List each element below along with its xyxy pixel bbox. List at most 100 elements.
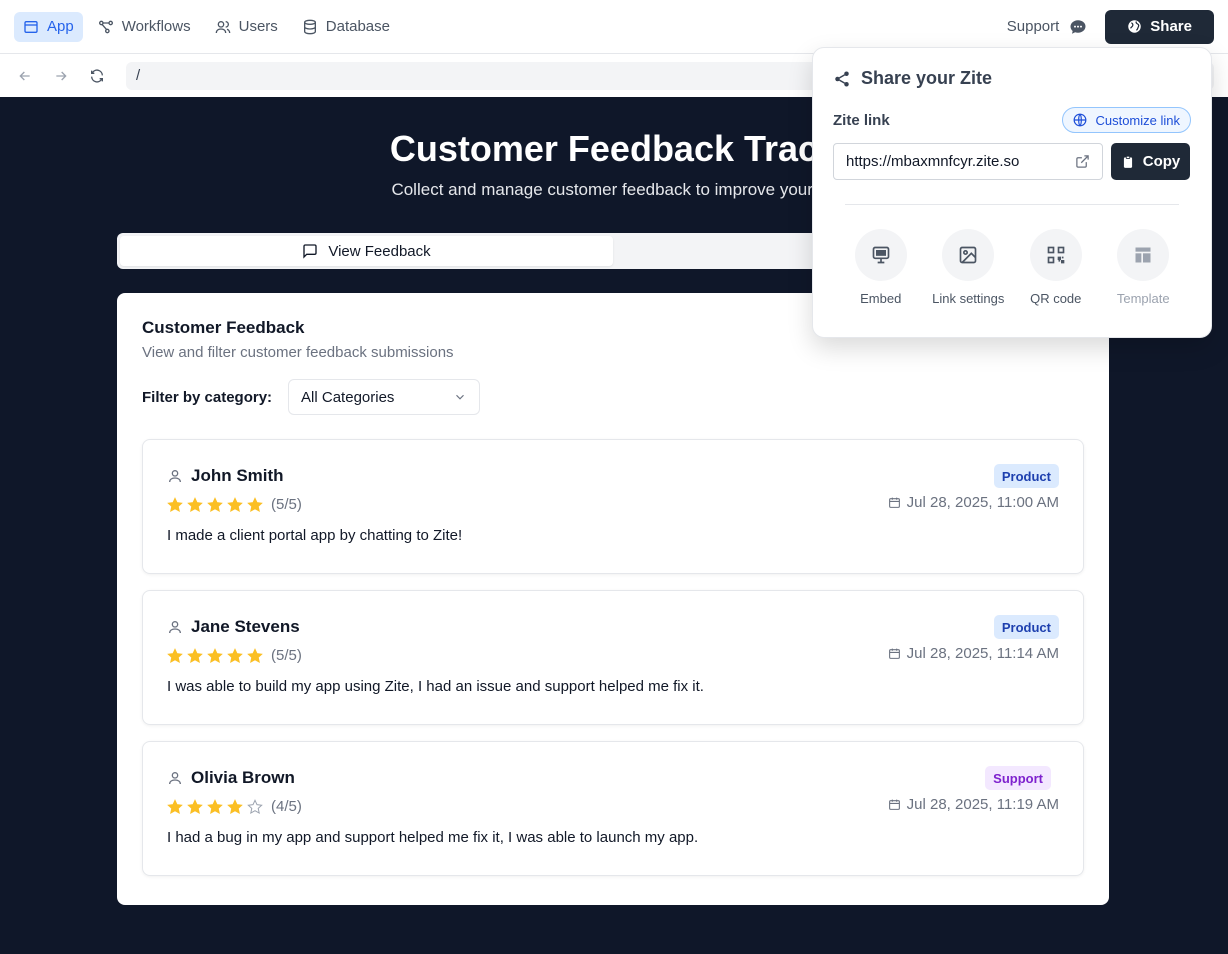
feedback-comment: I made a client portal app by chatting t… [167, 527, 463, 544]
feedback-date: Jul 28, 2025, 11:19 AM [888, 796, 1059, 813]
reload-icon [91, 68, 103, 83]
divider [845, 204, 1179, 205]
category-select[interactable]: All Categories [288, 379, 481, 415]
back-button[interactable] [14, 65, 36, 87]
feedback-author: Jane Stevens [167, 617, 1059, 637]
card-description: View and filter customer feedback submis… [142, 344, 454, 361]
app-window-icon [24, 20, 38, 33]
template-action: Template [1100, 229, 1188, 306]
feedback-date: Jul 28, 2025, 11:14 AM [888, 645, 1059, 662]
link-settings-action[interactable]: Link settings [925, 229, 1013, 306]
qr-code-action[interactable]: QR code [1012, 229, 1100, 306]
external-link-icon[interactable] [1075, 154, 1090, 169]
user-icon [169, 621, 181, 634]
qr-code-icon [1047, 246, 1065, 264]
link-settings-action-circle [942, 229, 995, 281]
globe-icon [1074, 113, 1087, 127]
qr-code-action-label: QR code [1030, 291, 1082, 306]
feedback-date-text: Jul 28, 2025, 11:00 AM [906, 494, 1059, 511]
forward-button[interactable] [50, 65, 72, 87]
feedback-item: Olivia Brown (4/5) I had a bug in my app… [142, 741, 1084, 876]
arrow-right-icon [56, 71, 67, 80]
customize-link-button[interactable]: Customize link [1062, 107, 1191, 133]
author-name: Olivia Brown [191, 768, 295, 787]
star-filled-icon [207, 798, 223, 814]
filter-row: Filter by category: All Categories [142, 379, 1084, 415]
feedback-item: Jane Stevens (5/5) I was able to build m… [142, 590, 1084, 725]
category-badge: Product [993, 464, 1059, 488]
chat-bubble-icon [1070, 19, 1086, 34]
star-filled-icon [167, 496, 183, 512]
star-filled-icon [167, 798, 183, 814]
calendar-icon [888, 799, 900, 810]
qr-code-action-circle [1029, 229, 1082, 281]
image-icon [959, 246, 977, 264]
reload-button[interactable] [86, 65, 108, 87]
rating-score: (5/5) [271, 496, 302, 513]
star-filled-icon [227, 798, 243, 814]
author-name: Jane Stevens [191, 617, 300, 636]
category-badge: Product [993, 615, 1059, 639]
url-text: / [136, 67, 141, 84]
tab-view-feedback[interactable]: View Feedback [120, 236, 613, 266]
star-filled-icon [207, 496, 223, 512]
share-label: Share [1150, 18, 1192, 35]
feedback-date-text: Jul 28, 2025, 11:19 AM [906, 796, 1059, 813]
embed-action[interactable]: Embed [837, 229, 925, 306]
arrow-left-icon [19, 71, 30, 80]
calendar-icon [888, 648, 900, 659]
star-filled-icon [247, 647, 263, 663]
share-actions: Embed Link settings QR code Template [833, 229, 1191, 306]
share-icon [835, 71, 849, 86]
star-filled-icon [247, 496, 263, 512]
workflow-icon [98, 20, 113, 33]
copy-button[interactable]: Copy [1111, 143, 1190, 180]
star-filled-icon [207, 647, 223, 663]
category-select-value: All Categories [301, 388, 395, 406]
nav-tab-database[interactable]: Database [293, 12, 399, 42]
star-filled-icon [187, 496, 203, 512]
nav-tab-users[interactable]: Users [206, 12, 287, 42]
monitor-icon [872, 246, 890, 264]
feedback-author: John Smith [167, 466, 1059, 486]
customize-link-label: Customize link [1095, 112, 1180, 128]
nav-right: Support Share [1007, 9, 1214, 44]
link-label-row: Zite link Customize link [833, 107, 1191, 133]
feedback-author: Olivia Brown [167, 768, 1059, 788]
user-icon [169, 772, 181, 785]
nav-tab-workflows[interactable]: Workflows [89, 12, 200, 42]
embed-action-circle [854, 229, 907, 281]
star-filled-icon [187, 798, 203, 814]
star-empty-icon [247, 798, 263, 814]
nav-tab-label: App [47, 18, 74, 35]
clipboard-icon [1123, 155, 1132, 168]
feedback-date: Jul 28, 2025, 11:00 AM [888, 494, 1059, 511]
share-popover: Share your Zite Zite link Customize link… [812, 47, 1212, 338]
filter-label: Filter by category: [142, 388, 273, 406]
feedback-item: John Smith (5/5) I made a client portal … [142, 439, 1084, 574]
support-label: Support [1006, 18, 1060, 35]
nav-tab-label: Workflows [121, 18, 191, 35]
template-action-label: Template [1116, 291, 1170, 306]
author-name: John Smith [191, 466, 284, 485]
share-title-text: Share your Zite [861, 68, 993, 88]
message-square-icon [303, 244, 318, 259]
star-filled-icon [187, 647, 203, 663]
copy-label: Copy [1142, 153, 1181, 170]
feedback-comment: I had a bug in my app and support helped… [167, 829, 699, 846]
star-filled-icon [167, 647, 183, 663]
support-link[interactable]: Support [1007, 18, 1088, 36]
globe-icon [1128, 20, 1142, 33]
share-button[interactable]: Share [1105, 9, 1214, 44]
link-settings-action-label: Link settings [932, 291, 1005, 306]
rating-score: (4/5) [271, 798, 302, 815]
zite-link-field[interactable]: https://mbaxmnfcyr.zite.so [833, 143, 1103, 180]
nav-tab-app[interactable]: App [14, 11, 83, 42]
star-filled-icon [227, 496, 243, 512]
top-nav: App Workflows Users Database Support Sha… [0, 0, 1228, 54]
feedback-date-text: Jul 28, 2025, 11:14 AM [906, 645, 1059, 662]
star-filled-icon [227, 647, 243, 663]
calendar-icon [888, 497, 900, 508]
zite-link-value: https://mbaxmnfcyr.zite.so [846, 153, 1020, 170]
feedback-card: Customer Feedback View and filter custom… [117, 293, 1109, 905]
